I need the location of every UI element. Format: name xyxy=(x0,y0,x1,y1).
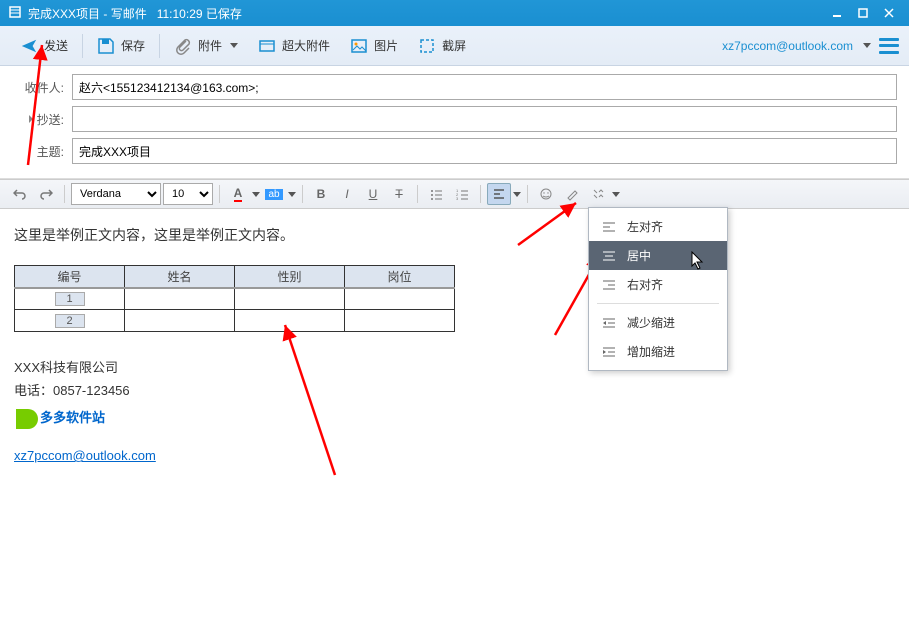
menu-item-outdent[interactable]: 减少缩进 xyxy=(589,308,727,337)
redo-button[interactable] xyxy=(34,183,58,205)
menu-item-label: 左对齐 xyxy=(627,218,663,235)
account-label[interactable]: xz7pccom@outlook.com xyxy=(722,39,853,53)
save-button[interactable]: 保存 xyxy=(87,33,155,59)
bigattach-button[interactable]: 超大附件 xyxy=(248,33,340,59)
menu-item-label: 右对齐 xyxy=(627,276,663,293)
menu-item-align-center[interactable]: 居中 xyxy=(589,241,727,270)
menu-item-indent[interactable]: 增加缩进 xyxy=(589,337,727,366)
align-center-icon xyxy=(601,249,617,263)
bigattach-label: 超大附件 xyxy=(282,37,330,54)
menu-item-label: 增加缩进 xyxy=(627,343,675,360)
table-row: 1 xyxy=(15,288,455,310)
underline-button[interactable]: U xyxy=(361,183,385,205)
clear-format-button[interactable] xyxy=(560,183,584,205)
minimize-button[interactable] xyxy=(825,3,849,23)
main-toolbar: 发送 保存 附件 超大附件 图片 截屏 xz7pccom@outlook.com xyxy=(0,26,909,66)
indent-icon xyxy=(601,345,617,359)
table-header: 姓名 xyxy=(125,266,235,288)
send-icon xyxy=(20,37,38,55)
font-color-button[interactable]: A xyxy=(226,183,250,205)
to-label: 收件人: xyxy=(12,79,72,96)
menu-item-align-right[interactable]: 右对齐 xyxy=(589,270,727,299)
sig-logo: 多多软件站 xyxy=(14,407,895,440)
cc-input[interactable] xyxy=(72,106,897,132)
subject-input[interactable] xyxy=(72,138,897,164)
signature: XXX科技有限公司 电话：0857-123456 多多软件站 xz7pccom@… xyxy=(14,356,895,468)
align-button[interactable] xyxy=(487,183,511,205)
more-button[interactable] xyxy=(586,183,610,205)
attach-button[interactable]: 附件 xyxy=(164,33,248,59)
save-icon xyxy=(97,37,115,55)
table-row: 2 xyxy=(15,310,455,332)
chevron-down-icon xyxy=(863,43,871,48)
send-button[interactable]: 发送 xyxy=(10,33,78,59)
chevron-down-icon[interactable] xyxy=(511,183,521,205)
svg-text:多多软件站: 多多软件站 xyxy=(40,410,105,425)
send-label: 发送 xyxy=(44,37,68,54)
close-button[interactable] xyxy=(877,3,901,23)
strike-button[interactable]: T xyxy=(387,183,411,205)
table-header: 性别 xyxy=(235,266,345,288)
chevron-down-icon xyxy=(230,43,238,48)
number-list-button[interactable]: 123 xyxy=(450,183,474,205)
app-icon xyxy=(8,5,22,22)
image-button[interactable]: 图片 xyxy=(340,33,408,59)
body-table: 编号 姓名 性别 岗位 1 2 xyxy=(14,265,455,332)
align-dropdown-menu: 左对齐 居中 右对齐 减少缩进 增加缩进 xyxy=(588,207,728,371)
window-titlebar: 完成XXX项目 - 写邮件 11:10:29 已保存 xyxy=(0,0,909,26)
bold-button[interactable]: B xyxy=(309,183,333,205)
outdent-icon xyxy=(601,316,617,330)
window-title: 完成XXX项目 - 写邮件 11:10:29 已保存 xyxy=(28,5,825,22)
sig-phone: 电话：0857-123456 xyxy=(14,379,895,402)
italic-button[interactable]: I xyxy=(335,183,359,205)
align-left-icon xyxy=(601,220,617,234)
menu-icon[interactable] xyxy=(879,38,899,54)
svg-text:3: 3 xyxy=(456,196,459,201)
maximize-button[interactable] xyxy=(851,3,875,23)
chevron-down-icon[interactable] xyxy=(250,183,260,205)
emoji-button[interactable] xyxy=(534,183,558,205)
screenshot-icon xyxy=(418,37,436,55)
bigattach-icon xyxy=(258,37,276,55)
highlight-button[interactable]: ab xyxy=(262,183,286,205)
body-paragraph: 这里是举例正文内容，这里是举例正文内容。 xyxy=(14,225,895,245)
undo-button[interactable] xyxy=(8,183,32,205)
to-input[interactable] xyxy=(72,74,897,100)
sig-email-link[interactable]: xz7pccom@outlook.com xyxy=(14,448,156,463)
size-select[interactable]: 10 xyxy=(163,183,213,205)
header-fields: 收件人: 抄送: 主题: xyxy=(0,66,909,179)
font-select[interactable]: Verdana xyxy=(71,183,161,205)
table-header: 编号 xyxy=(15,266,125,288)
chevron-down-icon[interactable] xyxy=(286,183,296,205)
table-header-row: 编号 姓名 性别 岗位 xyxy=(15,266,455,288)
image-icon xyxy=(350,37,368,55)
cc-label[interactable]: 抄送: xyxy=(12,111,72,128)
bullet-list-button[interactable] xyxy=(424,183,448,205)
align-right-icon xyxy=(601,278,617,292)
save-label: 保存 xyxy=(121,37,145,54)
subject-label: 主题: xyxy=(12,143,72,160)
chevron-down-icon[interactable] xyxy=(610,183,620,205)
screenshot-label: 截屏 xyxy=(442,37,466,54)
menu-item-label: 居中 xyxy=(627,247,651,264)
paperclip-icon xyxy=(174,37,192,55)
menu-item-label: 减少缩进 xyxy=(627,314,675,331)
menu-item-align-left[interactable]: 左对齐 xyxy=(589,212,727,241)
screenshot-button[interactable]: 截屏 xyxy=(408,33,476,59)
email-body[interactable]: 这里是举例正文内容，这里是举例正文内容。 编号 姓名 性别 岗位 1 2 XXX… xyxy=(0,209,909,484)
sig-company: XXX科技有限公司 xyxy=(14,356,895,379)
format-toolbar: Verdana 10 A ab B I U T 123 xyxy=(0,179,909,209)
expand-cc-icon xyxy=(27,114,35,124)
image-label: 图片 xyxy=(374,37,398,54)
attach-label: 附件 xyxy=(198,37,222,54)
table-header: 岗位 xyxy=(345,266,455,288)
